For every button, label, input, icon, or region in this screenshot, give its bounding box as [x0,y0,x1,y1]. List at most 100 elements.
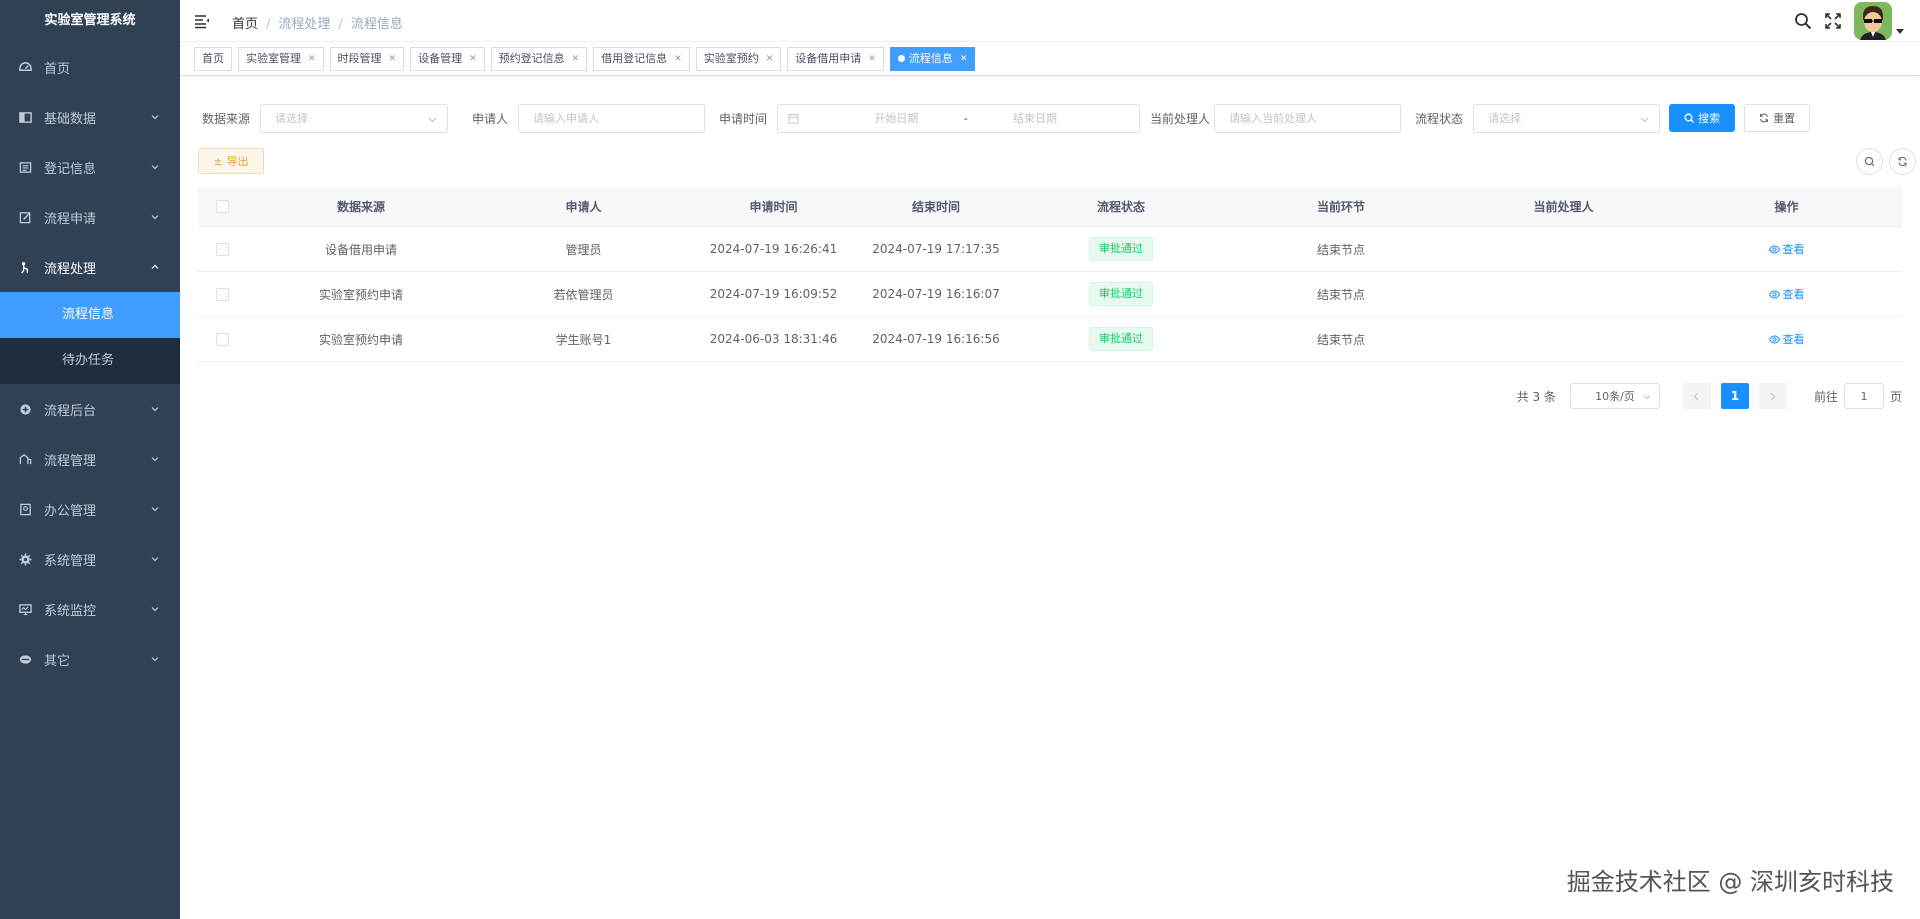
sidebar-item-label: 首页 [44,61,71,77]
cell-node: 结束节点 [1316,242,1365,257]
caret-down-icon[interactable] [1896,27,1904,35]
view-link[interactable]: 查看 [1768,241,1805,257]
status-badge: 审批通过 [1089,237,1153,261]
cell-applicant: 管理员 [565,242,602,257]
tag-label: 实验室管理 [246,51,301,65]
refresh-button[interactable] [1889,148,1916,175]
close-icon[interactable]: ✕ [766,48,774,70]
search-icon [1864,156,1875,167]
cell-apply-time: 2024-07-19 16:09:52 [709,287,838,301]
export-button-label: 导出 [226,155,249,168]
row-checkbox[interactable] [215,332,229,346]
chevron-down-icon [151,165,159,170]
tag-borrow-register[interactable]: 借用登记信息 ✕ [593,46,690,71]
gear-icon [18,552,32,566]
toggle-search-button[interactable] [1856,148,1883,175]
sidebar-item-apply[interactable]: 流程申请 [0,192,180,242]
jump-label: 前往 [1813,389,1838,404]
sidebar-item-basic-data[interactable]: 基础数据 [0,92,180,142]
close-icon[interactable]: ✕ [674,48,682,70]
export-button[interactable]: ± 导出 [198,148,264,174]
process-submenu: 流程信息 待办任务 [0,292,180,384]
cell-applicant: 若依管理员 [553,287,614,302]
tag-label: 设备管理 [418,51,463,65]
sidebar-item-home[interactable]: 首页 [0,42,180,92]
sidebar-item-process[interactable]: 流程处理 [0,242,180,292]
sidebar-item-process-manage[interactable]: 流程管理 [0,434,180,484]
search-button[interactable]: 搜索 [1669,104,1736,132]
tag-device-manage[interactable]: 设备管理 ✕ [410,46,485,71]
reset-button-label: 重置 [1773,112,1796,125]
breadcrumb-item[interactable]: 首页 [232,17,258,32]
close-icon[interactable]: ✕ [868,48,876,70]
row-checkbox[interactable] [215,242,229,256]
date-range-picker[interactable]: 开始日期 - 结束日期 [777,103,1141,133]
reset-button[interactable]: 重置 [1744,104,1811,132]
breadcrumb-item: 流程信息 [350,17,403,32]
applicant-placeholder: 请输入申请人 [533,112,600,125]
sidebar-item-system[interactable]: 系统管理 [0,534,180,584]
sidebar-item-monitor[interactable]: 系统监控 [0,584,180,634]
status-select[interactable]: 请选择 [1473,103,1661,133]
tag-label: 流程信息 [908,51,953,65]
cell-source: 实验室预约申请 [318,332,403,347]
page-number[interactable]: 1 [1720,383,1749,409]
applicant-input[interactable]: 请输入申请人 [518,103,706,133]
close-icon[interactable]: ✕ [572,48,580,70]
download-icon: ± [213,154,223,168]
sidebar-subitem-process-info[interactable]: 流程信息 [0,292,180,338]
table-row: 实验室预约申请 若依管理员 2024-07-19 16:09:52 2024-0… [198,272,1902,317]
watermark: 掘金技术社区 @ 深圳亥时科技 [1566,868,1894,896]
chevron-down-icon [151,215,159,220]
sidebar-item-backstage[interactable]: 流程后台 [0,384,180,434]
sidebar-item-label: 办公管理 [44,503,97,519]
source-placeholder: 请选择 [275,112,309,125]
search-icon[interactable] [1794,12,1812,30]
view-link[interactable]: 查看 [1768,286,1805,302]
close-icon[interactable]: ✕ [308,48,316,70]
row-checkbox[interactable] [215,287,229,301]
tag-process-info[interactable]: 流程信息 ✕ [889,46,976,71]
jump-input[interactable]: 1 [1843,383,1884,409]
header-checkbox-cell [198,200,246,213]
sidebar-item-office[interactable]: 办公管理 [0,484,180,534]
content: 数据来源 请选择 申请人 请输入申请人 申请时间 开始日期 - 结束日期 当前处… [180,76,1920,426]
tag-lab-manage[interactable]: 实验室管理 ✕ [238,46,324,71]
cell-status: 审批通过 [1016,282,1226,306]
status-badge: 审批通过 [1089,327,1153,351]
close-icon[interactable]: ✕ [469,48,477,70]
view-link[interactable]: 查看 [1768,331,1805,347]
handler-input[interactable]: 请输入当前处理人 [1214,103,1402,133]
sidebar-item-other[interactable]: 其它 [0,634,180,684]
view-link-label: 查看 [1782,288,1805,301]
table-row: 设备借用申请 管理员 2024-07-19 16:26:41 2024-07-1… [198,227,1902,272]
tag-period-manage[interactable]: 时段管理 ✕ [329,46,405,71]
avatar[interactable] [1854,2,1892,40]
hamburger-icon[interactable] [194,13,210,29]
source-select[interactable]: 请选择 [260,103,449,133]
select-all-checkbox[interactable] [215,200,229,213]
tag-home[interactable]: 首页 [194,46,232,71]
next-page-button[interactable] [1758,383,1787,409]
time-label: 申请时间 [719,111,768,126]
tag-lab-booking[interactable]: 实验室预约 ✕ [695,46,782,71]
sidebar-subitem-todo[interactable]: 待办任务 [0,338,180,384]
close-icon[interactable]: ✕ [960,48,968,70]
tag-label: 借用登记信息 [601,51,668,65]
tag-device-borrow[interactable]: 设备借用申请 ✕ [787,46,884,71]
source-label: 数据来源 [202,111,251,126]
sidebar-item-register[interactable]: 登记信息 [0,142,180,192]
close-icon[interactable]: ✕ [389,48,397,70]
sidebar-item-label: 其它 [44,653,71,669]
tag-booking-register[interactable]: 预约登记信息 ✕ [490,46,588,71]
chevron-right-icon [1771,392,1776,400]
cell-operation: 查看 [1671,286,1902,302]
breadcrumb-item: 流程处理 [278,17,331,32]
cell-node: 结束节点 [1316,287,1365,302]
row-checkbox-cell [198,242,246,256]
prev-page-button[interactable] [1682,383,1711,409]
fullscreen-icon[interactable] [1824,12,1842,30]
tags-view: 首页 实验室管理 ✕ 时段管理 ✕ 设备管理 ✕ 预约登记信息 ✕ 借用登记信息 ✕ 实验… [180,42,1920,76]
page-size-select[interactable]: 10条/页 [1569,383,1660,409]
cell-apply-time: 2024-07-19 16:26:41 [709,242,838,256]
